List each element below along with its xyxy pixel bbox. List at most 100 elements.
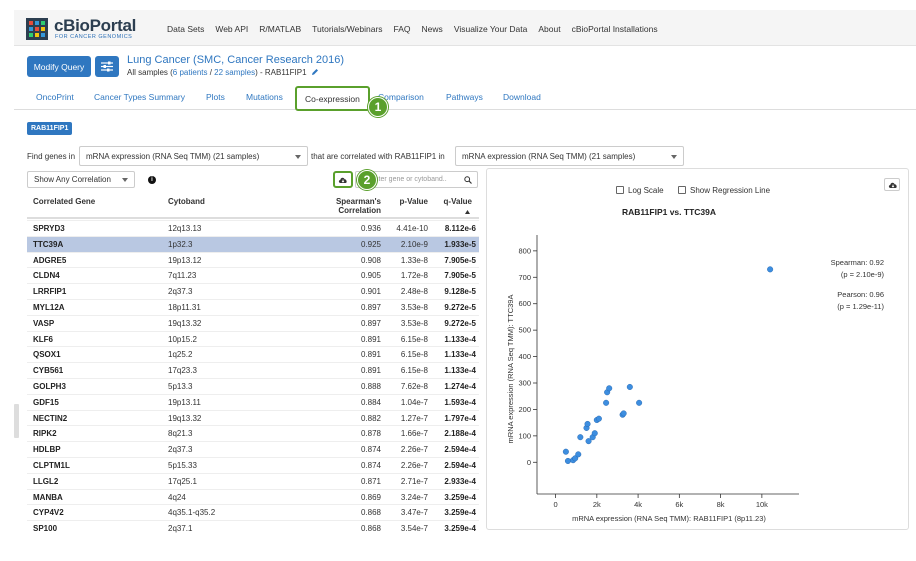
info-icon[interactable]: i <box>148 176 156 184</box>
table-row[interactable]: VASP 19q13.32 0.897 3.53e-8 9.272e-5 <box>27 314 479 331</box>
logo-mark-icon <box>26 18 48 40</box>
scatter-point[interactable] <box>626 383 633 390</box>
log-scale-checkbox-box[interactable] <box>616 186 624 194</box>
data-points <box>562 266 774 464</box>
table-row[interactable]: MANBA 4q24 0.869 3.24e-7 3.259e-4 <box>27 488 479 505</box>
cell-q-value: 1.133e-4 <box>444 350 476 360</box>
study-summary: All samples (6 patients / 22 samples) - … <box>127 68 319 77</box>
profile-select-1[interactable]: mRNA expression (RNA Seq TMM) (21 sample… <box>79 146 308 166</box>
table-row[interactable]: CLPTM1L 5p15.33 0.874 2.26e-7 2.594e-4 <box>27 457 479 473</box>
table-row[interactable]: RIPK2 8q21.3 0.878 1.66e-7 2.188e-4 <box>27 425 479 441</box>
correlation-table: Correlated Gene Cytoband Spearman's Corr… <box>27 193 479 545</box>
nav-news[interactable]: News <box>422 24 443 34</box>
table-row[interactable]: MYL12A 18p11.31 0.897 3.53e-8 9.272e-5 <box>27 299 479 315</box>
scatter-point[interactable] <box>584 420 591 427</box>
cell-p-value: 6.15e-8 <box>400 350 428 360</box>
log-scale-checkbox[interactable]: Log Scale <box>616 186 664 195</box>
scatter-point[interactable] <box>595 415 602 422</box>
cell-p-value: 1.72e-8 <box>400 271 428 281</box>
cell-q-value: 1.274e-4 <box>444 382 476 391</box>
scatter-point[interactable] <box>575 451 582 458</box>
table-row[interactable]: ADGRE5 19p13.12 0.908 1.33e-8 7.905e-5 <box>27 251 479 268</box>
table-row[interactable]: TTC39A 1p32.3 0.925 2.10e-9 1.933e-5 <box>27 235 479 252</box>
tab-plots[interactable]: Plots <box>206 92 225 102</box>
header-spearman[interactable]: Spearman's Correlation <box>336 197 381 215</box>
table-row[interactable]: CYB561 17q23.3 0.891 6.15e-8 1.133e-4 <box>27 362 479 378</box>
scatter-point[interactable] <box>562 448 569 455</box>
regression-line-checkbox[interactable]: Show Regression Line <box>678 186 770 195</box>
x-tick-label: 8k <box>717 500 725 509</box>
tab-co-expression[interactable]: Co-expression <box>295 86 370 111</box>
log-scale-label: Log Scale <box>628 186 664 195</box>
cell-q-value: 3.259e-4 <box>444 508 476 518</box>
cell-p-value: 3.53e-8 <box>400 318 428 328</box>
nav-r-matlab[interactable]: R/MATLAB <box>259 24 301 34</box>
table-download-button[interactable] <box>333 171 353 188</box>
nav-about[interactable]: About <box>538 24 560 34</box>
scatter-point[interactable] <box>620 410 627 417</box>
table-row[interactable]: GOLPH3 5p13.3 0.888 7.62e-8 1.274e-4 <box>27 378 479 394</box>
cell-cytoband: 12q13.13 <box>168 224 202 233</box>
cell-q-value: 3.259e-4 <box>444 524 476 534</box>
nav-data-sets[interactable]: Data Sets <box>167 24 204 34</box>
table-row[interactable]: SP100 2q37.1 0.868 3.54e-7 3.259e-4 <box>27 520 479 536</box>
cell-spearman: 0.891 <box>360 366 381 376</box>
profile-select-2[interactable]: mRNA expression (RNA Seq TMM) (21 sample… <box>455 146 684 166</box>
header-q-value[interactable]: q-Value <box>444 197 472 214</box>
query-gene-pill[interactable]: RAB11FIP1 <box>27 122 73 135</box>
cell-spearman: 0.905 <box>360 271 381 281</box>
scatter-point[interactable] <box>603 399 610 406</box>
table-row[interactable]: QSOX1 1q25.2 0.891 6.15e-8 1.133e-4 <box>27 346 479 362</box>
header-cytoband[interactable]: Cytoband <box>168 197 205 206</box>
nav-web-api[interactable]: Web API <box>215 24 248 34</box>
scatter-point[interactable] <box>636 399 643 406</box>
patients-link[interactable]: 6 patients <box>173 68 208 77</box>
scatter-point[interactable] <box>767 266 774 273</box>
study-title[interactable]: Lung Cancer (SMC, Cancer Research 2016) <box>127 54 344 66</box>
table-row[interactable]: CYP4V2 4q35.1-q35.2 0.868 3.47e-7 3.259e-4 <box>27 504 479 520</box>
table-row[interactable]: SPRYD3 12q13.13 0.936 4.41e-10 8.112e-6 <box>27 220 479 236</box>
cell-gene: LRRFIP1 <box>33 287 67 297</box>
side-panel-handle[interactable] <box>14 404 19 438</box>
table-row[interactable]: LLGL2 17q25.1 0.871 2.71e-7 2.933e-4 <box>27 472 479 489</box>
nav-installations[interactable]: cBioPortal Installations <box>572 24 658 34</box>
cell-spearman: 0.925 <box>360 239 381 249</box>
y-tick-label: 700 <box>518 273 531 282</box>
scatter-point[interactable] <box>564 457 571 464</box>
table-row[interactable]: GDF15 19p13.11 0.884 1.04e-7 1.593e-4 <box>27 393 479 410</box>
chevron-down-icon <box>122 178 128 182</box>
edit-pencil-icon[interactable] <box>311 68 319 76</box>
table-row[interactable]: KLF6 10p15.2 0.891 6.15e-8 1.133e-4 <box>27 330 479 347</box>
tab-pathways[interactable]: Pathways <box>446 92 483 102</box>
cell-cytoband: 10p15.2 <box>168 334 197 344</box>
plot-download-button[interactable] <box>884 178 900 191</box>
modify-query-button[interactable]: Modify Query <box>27 56 91 77</box>
table-row[interactable]: CLDN4 7q11.23 0.905 1.72e-8 7.905e-5 <box>27 267 479 283</box>
tab-download[interactable]: Download <box>503 92 541 102</box>
cell-q-value: 7.905e-5 <box>444 271 476 281</box>
y-tick-label: 100 <box>518 431 531 440</box>
table-row[interactable]: NECTIN2 19q13.32 0.882 1.27e-7 1.797e-4 <box>27 409 479 426</box>
tab-cancer-types-summary[interactable]: Cancer Types Summary <box>94 92 185 102</box>
search-icon <box>464 176 472 184</box>
regression-line-checkbox-box[interactable] <box>678 186 686 194</box>
tab-mutations[interactable]: Mutations <box>246 92 283 102</box>
header-p-value[interactable]: p-Value <box>400 197 428 206</box>
tab-oncoprint[interactable]: OncoPrint <box>36 92 74 102</box>
nav-tutorials[interactable]: Tutorials/Webinars <box>312 24 382 34</box>
nav-visualize[interactable]: Visualize Your Data <box>454 24 528 34</box>
correlation-filter-select[interactable]: Show Any Correlation <box>27 171 135 188</box>
nav-faq[interactable]: FAQ <box>394 24 411 34</box>
scatter-point[interactable] <box>577 434 584 441</box>
pearson-p: (p = 1.29e-11) <box>837 302 884 311</box>
scatter-point[interactable] <box>606 385 613 392</box>
table-row[interactable]: HDLBP 2q37.3 0.874 2.26e-7 2.594e-4 <box>27 441 479 457</box>
cbioportal-logo[interactable]: cBioPortal FOR CANCER GENOMICS <box>26 16 138 42</box>
samples-link[interactable]: 22 samples <box>214 68 255 77</box>
cell-p-value: 1.04e-7 <box>400 397 428 407</box>
scatter-point[interactable] <box>591 430 598 437</box>
cell-p-value: 7.62e-8 <box>400 382 428 391</box>
header-correlated-gene[interactable]: Correlated Gene <box>33 197 95 206</box>
table-row[interactable]: LRRFIP1 2q37.3 0.901 2.48e-8 9.128e-5 <box>27 283 479 299</box>
query-settings-button[interactable] <box>95 56 119 77</box>
